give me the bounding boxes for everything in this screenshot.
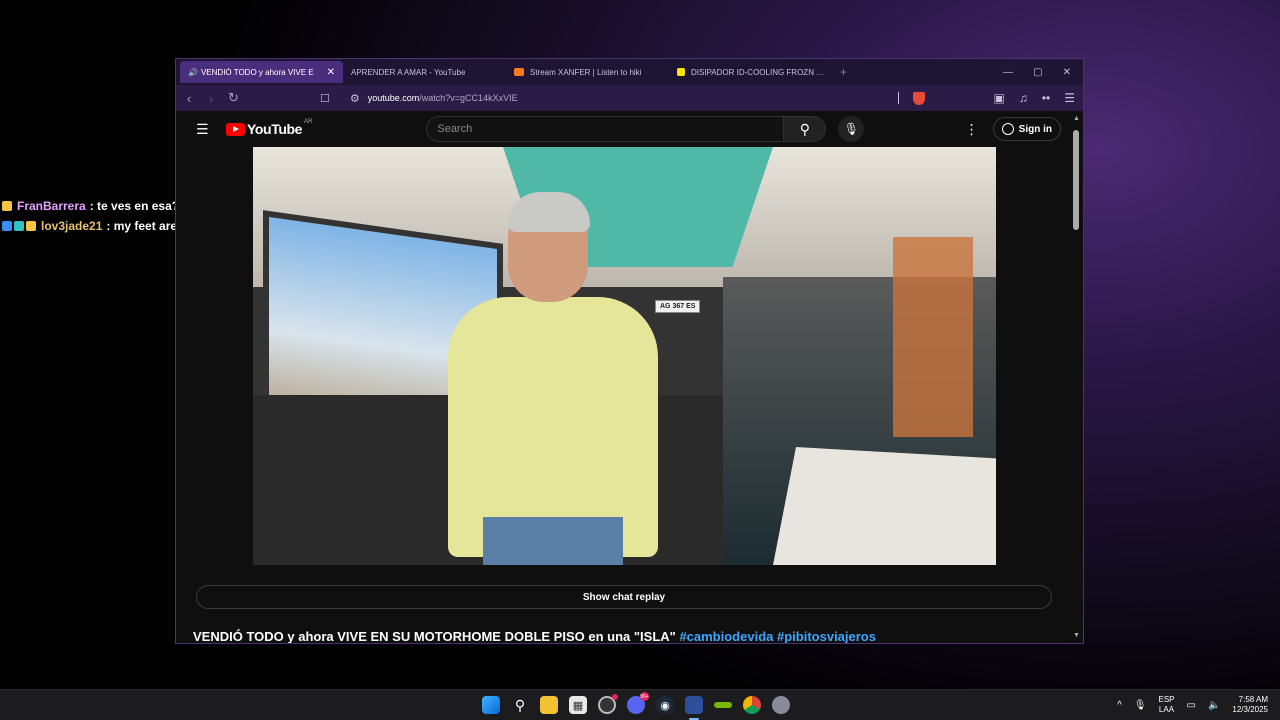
browser-window: 🔊 VENDIÓ TODO y ahora VIVE E ✕ APRENDER … [175,58,1084,644]
url-path: /watch?v=gCC14kXxVIE [419,93,518,103]
subscriber-badge-icon [26,221,36,231]
site-settings-icon[interactable]: ⚙ [350,92,360,105]
sidebar-icon[interactable]: ▣ [993,91,1004,105]
license-plate: AG 367 ES [655,300,701,313]
taskbar: ⚲ ▦ 99+ ◉ ^ 🎙 ESP LAA ▭ 🔈 7:58 AM 12/3/2… [0,689,1280,720]
language-bottom: LAA [1158,705,1175,714]
page-scrollbar[interactable]: ▲ ▼ [1073,115,1080,639]
video-scene-hair [508,192,590,232]
settings-gear-icon[interactable] [772,696,790,714]
language-indicator[interactable]: ESP LAA [1158,695,1174,715]
chat-username: FranBarrera [17,199,86,213]
maximize-icon[interactable]: ▢ [1033,67,1042,78]
close-tab-icon[interactable]: ✕ [327,67,335,78]
language-top: ESP [1158,695,1175,704]
region-code: AR [304,119,313,125]
menu-icon[interactable]: ☰ [1064,91,1075,105]
discord-icon[interactable]: 99+ [627,692,649,714]
url-host: youtube.com [367,93,420,103]
recording-dot-icon [612,694,618,700]
search-icon[interactable]: ⚲ [511,696,529,714]
youtube-header: ☰ YouTube AR Search ⚲ 🎙 ⋮ Sign in [176,111,1083,147]
logo-text: YouTube [247,121,303,137]
video-title: VENDIÓ TODO y ahora VIVE EN SU MOTORHOME… [193,629,876,644]
video-scene-counter [773,447,996,565]
video-title-text: VENDIÓ TODO y ahora VIVE EN SU MOTORHOME… [193,629,676,644]
subscriber-badge-icon [2,201,12,211]
tab-youtube-vendio[interactable]: 🔊 VENDIÓ TODO y ahora VIVE E ✕ [176,61,343,119]
bookmark-icon[interactable]: ☐ [320,92,330,105]
hashtag-link[interactable]: #pibitosviajeros [777,629,876,643]
search-input[interactable]: Search [426,116,785,142]
chat-username: lov3jade21 [41,219,103,233]
video-scene-jeans [483,517,623,565]
chevron-up-icon[interactable]: ^ [1117,700,1122,711]
scroll-up-icon[interactable]: ▲ [1073,115,1080,122]
window-controls: — ▢ ✕ [1003,67,1083,78]
close-window-icon[interactable]: ✕ [1063,67,1071,78]
tab-label: DISIPADOR ID-COOLING FROZN A62 [691,67,824,77]
brave-browser-icon[interactable] [685,696,703,720]
youtube-play-icon [226,122,245,136]
microphone-tray-icon[interactable]: 🎙 [1134,700,1147,711]
tab-youtube-aprender[interactable]: APRENDER A AMAR - YouTube [176,61,506,119]
video-player[interactable]: AG 367 ES [253,147,996,565]
taskbar-apps: ⚲ ▦ 99+ ◉ [482,692,790,720]
show-chat-replay-button[interactable]: Show chat replay [196,585,1052,609]
toolbar-right: ▣ ♫ •• ☰ [898,91,1075,105]
gift-badge-icon [14,221,24,231]
scrollbar-thumb[interactable] [1073,130,1079,230]
tab-soundcloud[interactable]: Stream XANFER | Listen to hiki [506,61,669,83]
minimize-icon[interactable]: — [1003,67,1013,78]
prime-badge-icon [2,221,12,231]
youtube-logo[interactable]: YouTube AR [226,119,313,137]
steam-icon[interactable]: ◉ [656,696,674,714]
sign-in-button[interactable]: Sign in [992,117,1061,141]
chrome-icon[interactable] [743,696,761,714]
store-icon[interactable]: ▦ [569,696,587,714]
soundcloud-favicon-icon [514,68,524,76]
user-icon [1001,123,1014,135]
vpn-icon[interactable]: •• [1042,91,1050,105]
media-icon[interactable]: ♫ [1019,91,1028,105]
clock-date: 12/3/2025 [1232,705,1268,714]
file-explorer-icon[interactable] [540,696,558,714]
forward-icon[interactable]: › [206,91,216,106]
divider [898,92,900,104]
youtube-page: ☰ YouTube AR Search ⚲ 🎙 ⋮ Sign in AG 367… [176,111,1083,643]
hamburger-menu-icon[interactable]: ☰ [196,121,209,138]
back-icon[interactable]: ‹ [184,91,194,106]
search-icon: ⚲ [799,120,810,137]
sign-in-label: Sign in [1018,123,1052,135]
notification-badge: 99+ [640,692,649,701]
hashtag-link[interactable]: #cambiodevida [679,629,773,643]
tab-label: Stream XANFER | Listen to hiki [530,67,642,77]
windows-start-icon[interactable] [482,696,500,714]
volume-icon[interactable]: 🔈 [1208,700,1220,711]
chat-text: : te ves en esa? [89,199,180,213]
tab-mercadolibre[interactable]: DISIPADOR ID-COOLING FROZN A62 [669,61,832,83]
nvidia-icon[interactable] [714,702,732,708]
network-icon[interactable]: ▭ [1187,700,1196,711]
brave-shield-icon[interactable] [913,91,926,105]
clock-time: 7:58 AM [1238,695,1268,704]
mercadolibre-favicon-icon [677,68,685,76]
system-tray: ^ 🎙 ESP LAA ▭ 🔈 7:58 AM 12/3/2025 [1117,695,1268,715]
speaker-icon[interactable]: 🔊 [188,68,198,77]
more-options-icon[interactable]: ⋮ [965,121,979,138]
voice-search-button[interactable]: 🎙 [838,116,865,142]
search-button[interactable]: ⚲ [784,116,827,142]
url-field[interactable]: youtube.com/watch?v=gCC14kXxVIE [368,93,518,103]
scroll-down-icon[interactable]: ▼ [1073,632,1080,639]
address-bar: ‹ › ↻ ☐ ⚙ youtube.com/watch?v=gCC14kXxVI… [176,85,1083,111]
tab-label: VENDIÓ TODO y ahora VIVE E [200,67,314,77]
new-tab-icon[interactable]: + [840,65,847,79]
clock[interactable]: 7:58 AM 12/3/2025 [1232,695,1268,715]
tab-bar: 🔊 VENDIÓ TODO y ahora VIVE E ✕ APRENDER … [176,59,1083,119]
obs-icon[interactable] [598,694,618,714]
microphone-icon: 🎙 [843,122,859,136]
video-scene-curtain [893,237,973,437]
tab-label: APRENDER A AMAR - YouTube [351,67,466,77]
reload-icon[interactable]: ↻ [228,90,239,106]
